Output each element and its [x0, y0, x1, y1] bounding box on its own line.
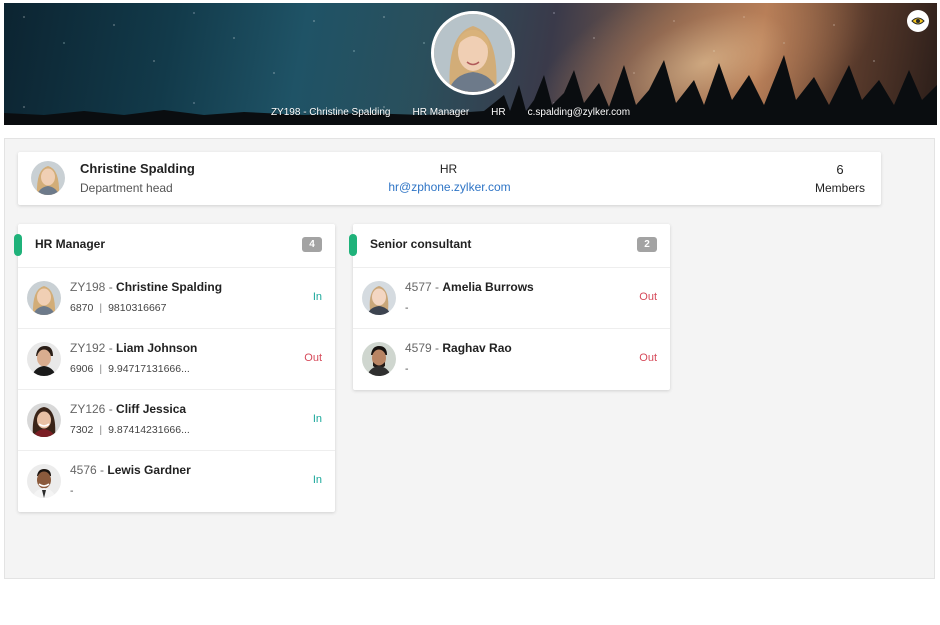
group-header[interactable]: HR Manager 4	[14, 224, 335, 268]
member-avatar	[362, 342, 396, 376]
profile-banner: ZY198 - Christine Spalding HR Manager HR…	[4, 3, 937, 125]
banner-department: HR	[491, 107, 506, 118]
member-ext: 6906	[70, 363, 94, 375]
group-card-hr-manager: HR Manager 4 ZY198 - Christine Spalding …	[14, 224, 335, 512]
member-phone: 9.94717131666...	[108, 363, 190, 375]
member-name: Lewis Gardner	[107, 463, 191, 477]
group-header[interactable]: Senior consultant 2	[349, 224, 670, 268]
member-ext: -	[405, 302, 409, 314]
member-avatar	[362, 281, 396, 315]
member-name: Amelia Burrows	[442, 280, 534, 294]
member-title: ZY198 - Christine Spalding	[70, 280, 223, 294]
member-status: In	[312, 413, 322, 425]
member-title: ZY192 - Liam Johnson	[70, 341, 198, 355]
banner-avatar	[431, 11, 515, 95]
member-count-label: Members	[814, 181, 865, 195]
member-status: In	[312, 474, 322, 486]
member-contact: 6906 | 9.94717131666...	[70, 363, 190, 375]
banner-employee: ZY198 - Christine Spalding	[270, 107, 391, 118]
department-head-card: Christine Spalding Department head HR hr…	[18, 152, 881, 205]
member-avatar	[27, 403, 61, 437]
head-department: HR hr@zphone.zylker.com	[18, 162, 881, 194]
member-contact: -	[405, 302, 409, 314]
member-title: 4579 - Raghav Rao	[405, 341, 512, 355]
member-contact: 7302 | 9.87414231666...	[70, 424, 190, 436]
member-avatar	[27, 342, 61, 376]
member-phone: 9.87414231666...	[108, 424, 190, 436]
group-title: HR Manager	[35, 237, 106, 251]
member-name: Cliff Jessica	[116, 402, 187, 416]
member-row[interactable]: ZY126 - Cliff Jessica 7302 | 9.87414231666…	[18, 390, 335, 451]
member-avatar	[27, 464, 61, 498]
member-contact: 6870 | 9810316667	[70, 302, 167, 314]
member-count-value: 6	[836, 162, 844, 177]
member-status: Out	[639, 352, 657, 364]
member-status: Out	[639, 291, 657, 303]
department-email-link[interactable]: hr@zphone.zylker.com	[18, 180, 881, 194]
department-name: HR	[439, 162, 458, 176]
member-phone: 9810316667	[108, 302, 167, 314]
member-row[interactable]: ZY192 - Liam Johnson 6906 | 9.94717131666.…	[18, 329, 335, 390]
group-card-senior-consultant: Senior consultant 2 4577 - Amelia Burrow…	[349, 224, 670, 390]
member-row[interactable]: 4576 - Lewis Gardner - In	[18, 451, 335, 512]
member-count: 6 Members	[815, 162, 865, 195]
member-name: Christine Spalding	[116, 280, 223, 294]
member-status: In	[312, 291, 322, 303]
eye-icon	[911, 17, 925, 25]
member-row[interactable]: ZY198 - Christine Spalding 6870 | 98103166…	[18, 268, 335, 329]
member-ext: -	[405, 363, 409, 375]
member-contact: -	[70, 485, 74, 497]
member-title: 4577 - Amelia Burrows	[405, 280, 534, 294]
eye-button[interactable]	[907, 10, 929, 32]
member-title: ZY126 - Cliff Jessica	[70, 402, 187, 416]
member-ext: -	[70, 485, 74, 497]
group-count-badge: 2	[637, 237, 657, 252]
banner-email: c.spalding@zylker.com	[527, 107, 631, 118]
member-contact: -	[405, 363, 409, 375]
member-name: Raghav Rao	[442, 341, 512, 355]
member-ext: 7302	[70, 424, 94, 436]
member-ext: 6870	[70, 302, 94, 314]
member-row[interactable]: 4579 - Raghav Rao - Out	[353, 329, 670, 390]
member-status: Out	[304, 352, 322, 364]
group-accent	[349, 234, 357, 256]
member-row[interactable]: 4577 - Amelia Burrows - Out	[353, 268, 670, 329]
member-avatar	[27, 281, 61, 315]
member-name: Liam Johnson	[116, 341, 198, 355]
banner-designation: HR Manager	[412, 107, 470, 118]
banner-info: ZY198 - Christine Spalding HR Manager HR…	[4, 107, 937, 118]
department-panel: Christine Spalding Department head HR hr…	[4, 138, 935, 579]
group-accent	[14, 234, 22, 256]
group-title: Senior consultant	[370, 237, 472, 251]
group-count-badge: 4	[302, 237, 322, 252]
member-title: 4576 - Lewis Gardner	[70, 463, 191, 477]
